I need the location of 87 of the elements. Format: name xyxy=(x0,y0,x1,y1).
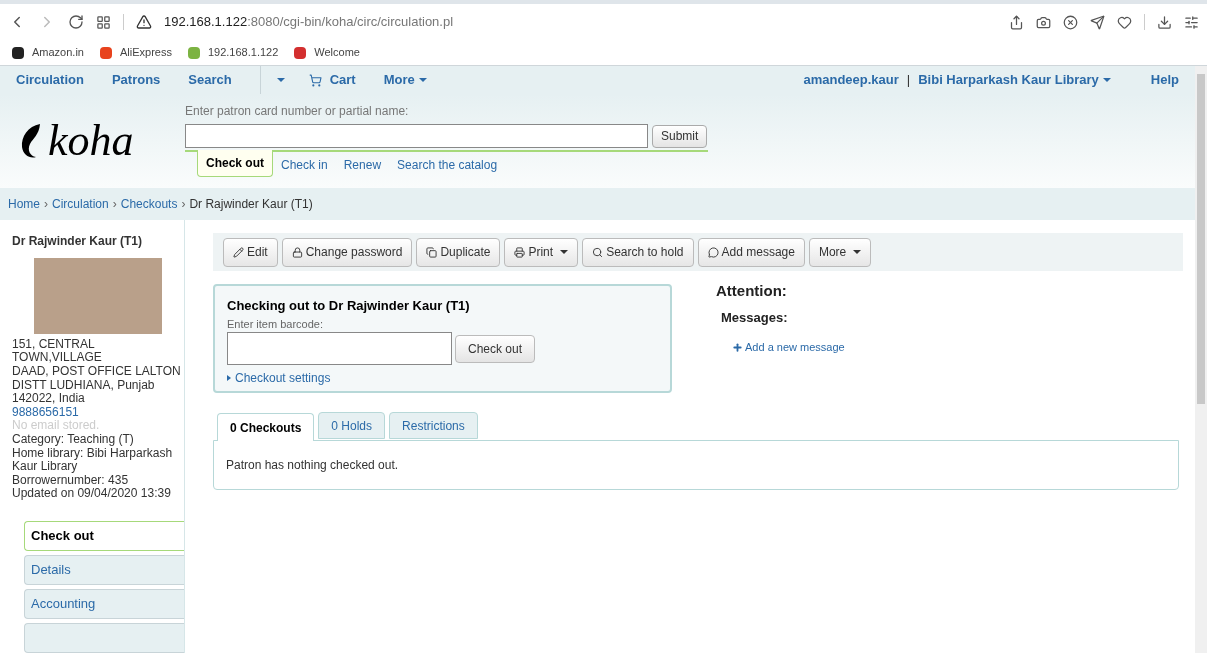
plus-icon xyxy=(732,341,743,353)
speech-bubble-icon xyxy=(707,246,719,258)
toolbar-button[interactable]: Add message xyxy=(697,237,805,267)
breadcrumb-current: Dr Rajwinder Kaur (T1) xyxy=(189,196,313,213)
caret-icon xyxy=(1102,78,1111,82)
settings-icon[interactable] xyxy=(1184,14,1199,30)
attention-heading: Attention: xyxy=(716,281,788,301)
breadcrumb-link[interactable]: Checkouts xyxy=(120,195,178,213)
disclosure-triangle-icon xyxy=(227,375,231,381)
nav-link[interactable]: Circulation xyxy=(16,70,84,90)
add-message-link[interactable]: Add a new message xyxy=(732,339,845,356)
tab[interactable]: Restrictions xyxy=(389,412,478,439)
koha-logo[interactable]: koha xyxy=(48,119,134,163)
copy-icon xyxy=(426,246,438,258)
nav-link[interactable]: More xyxy=(383,70,427,90)
lock-icon xyxy=(291,246,303,258)
address-bar[interactable]: 192.168.1.122:8080/cgi-bin/koha/circ/circulation.pl xyxy=(164,12,454,32)
bookmark-link[interactable]: 192.168.1.122 xyxy=(207,44,279,61)
patron-name: Dr Rajwinder Kaur (T1) xyxy=(12,233,144,250)
bookmark-link[interactable]: AliExpress xyxy=(120,44,172,61)
address-line: 151, CENTRAL xyxy=(12,337,96,352)
address-line: 142022, India xyxy=(12,392,86,406)
header-tab[interactable]: Check out xyxy=(197,150,273,177)
search-icon xyxy=(592,246,604,258)
toolbar-button[interactable]: Change password xyxy=(281,237,413,267)
close-circle-icon[interactable] xyxy=(1063,14,1078,30)
cart-icon xyxy=(308,73,322,87)
patron-search-field[interactable] xyxy=(185,124,648,148)
toolbar-button[interactable]: Search to hold xyxy=(582,237,694,267)
reload-icon[interactable] xyxy=(68,14,84,30)
breadcrumb-separator: › xyxy=(44,196,48,213)
empty-checkouts-message: Patron has nothing checked out. xyxy=(226,457,399,474)
side-menu-item[interactable]: Details xyxy=(24,555,184,585)
side-menu-item[interactable]: Accounting xyxy=(24,589,184,619)
bookmark-link[interactable]: Welcome xyxy=(314,44,360,61)
patron-detail: Updated on 09/04/2020 13:39 xyxy=(12,487,172,501)
barcode-label: Enter item barcode: xyxy=(227,316,324,332)
pencil-icon xyxy=(233,246,244,258)
share-icon[interactable] xyxy=(1009,14,1024,30)
barcode-field[interactable] xyxy=(227,332,452,365)
help-link[interactable]: Help xyxy=(1150,70,1179,90)
check-out-button[interactable]: Check out xyxy=(455,334,536,363)
address-line: DAAD, POST OFFICE LALTON xyxy=(12,365,182,379)
heart-icon[interactable] xyxy=(1117,14,1132,30)
send-icon[interactable] xyxy=(1090,14,1105,30)
camera-icon[interactable] xyxy=(1036,14,1051,30)
checkout-title: Checking out to Dr Rajwinder Kaur (T1) xyxy=(227,297,471,315)
toolbar-button[interactable]: More xyxy=(808,237,872,267)
warning-icon xyxy=(136,14,152,30)
toolbar-button[interactable]: Edit xyxy=(223,237,278,267)
address-line: TOWN,VILLAGE xyxy=(12,351,103,366)
patron-detail: Category: Teaching (T) xyxy=(12,433,135,447)
user-link[interactable]: amandeep.kaur xyxy=(803,70,899,90)
library-link[interactable]: Bibi Harparkash Kaur Library xyxy=(918,70,1111,90)
tab[interactable]: 0 Checkouts xyxy=(217,413,315,441)
grid-icon[interactable] xyxy=(96,14,111,30)
breadcrumb-separator: › xyxy=(112,196,117,213)
side-menu-item[interactable]: Check out xyxy=(24,521,184,551)
nav-link[interactable]: Search xyxy=(188,70,232,90)
header-tab[interactable]: Check in xyxy=(273,152,336,178)
toolbar-button[interactable]: Print xyxy=(504,237,579,267)
toolbar-button[interactable]: Duplicate xyxy=(416,237,501,267)
bookmark-link[interactable]: Amazon.in xyxy=(32,44,84,61)
scrollbar-thumb[interactable] xyxy=(1197,74,1205,404)
patron-detail: Home library: Bibi Harparkash Kaur Library xyxy=(12,446,174,474)
nav-link[interactable]: Patrons xyxy=(111,70,161,90)
submit-button[interactable]: Submit xyxy=(652,124,708,148)
patron-search-label: Enter patron card number or partial name: xyxy=(185,103,410,120)
download-icon[interactable] xyxy=(1157,14,1172,30)
separator-text: | xyxy=(906,71,911,90)
header-tab[interactable]: Search the catalog xyxy=(389,152,506,178)
checkout-settings-link[interactable]: Checkout settings xyxy=(227,369,658,387)
caret-icon xyxy=(276,78,285,82)
address-line: DISTT LUDHIANA, Punjab xyxy=(12,378,156,393)
nav-link[interactable]: Cart xyxy=(308,70,356,90)
patron-detail: Borrowernumber: 435 xyxy=(12,473,130,488)
caret-icon xyxy=(418,78,427,82)
phone-link[interactable]: 9888656151 xyxy=(12,405,184,420)
caret-icon xyxy=(853,250,862,254)
printer-icon xyxy=(514,246,526,258)
header-tab[interactable]: Renew xyxy=(335,152,390,178)
breadcrumb-link[interactable]: Home xyxy=(8,195,40,213)
tab[interactable]: 0 Holds xyxy=(318,412,386,439)
caret-icon xyxy=(560,250,569,254)
messages-heading: Messages: xyxy=(721,308,789,327)
breadcrumb-link[interactable]: Circulation xyxy=(52,195,109,213)
breadcrumb-separator: › xyxy=(181,196,186,213)
